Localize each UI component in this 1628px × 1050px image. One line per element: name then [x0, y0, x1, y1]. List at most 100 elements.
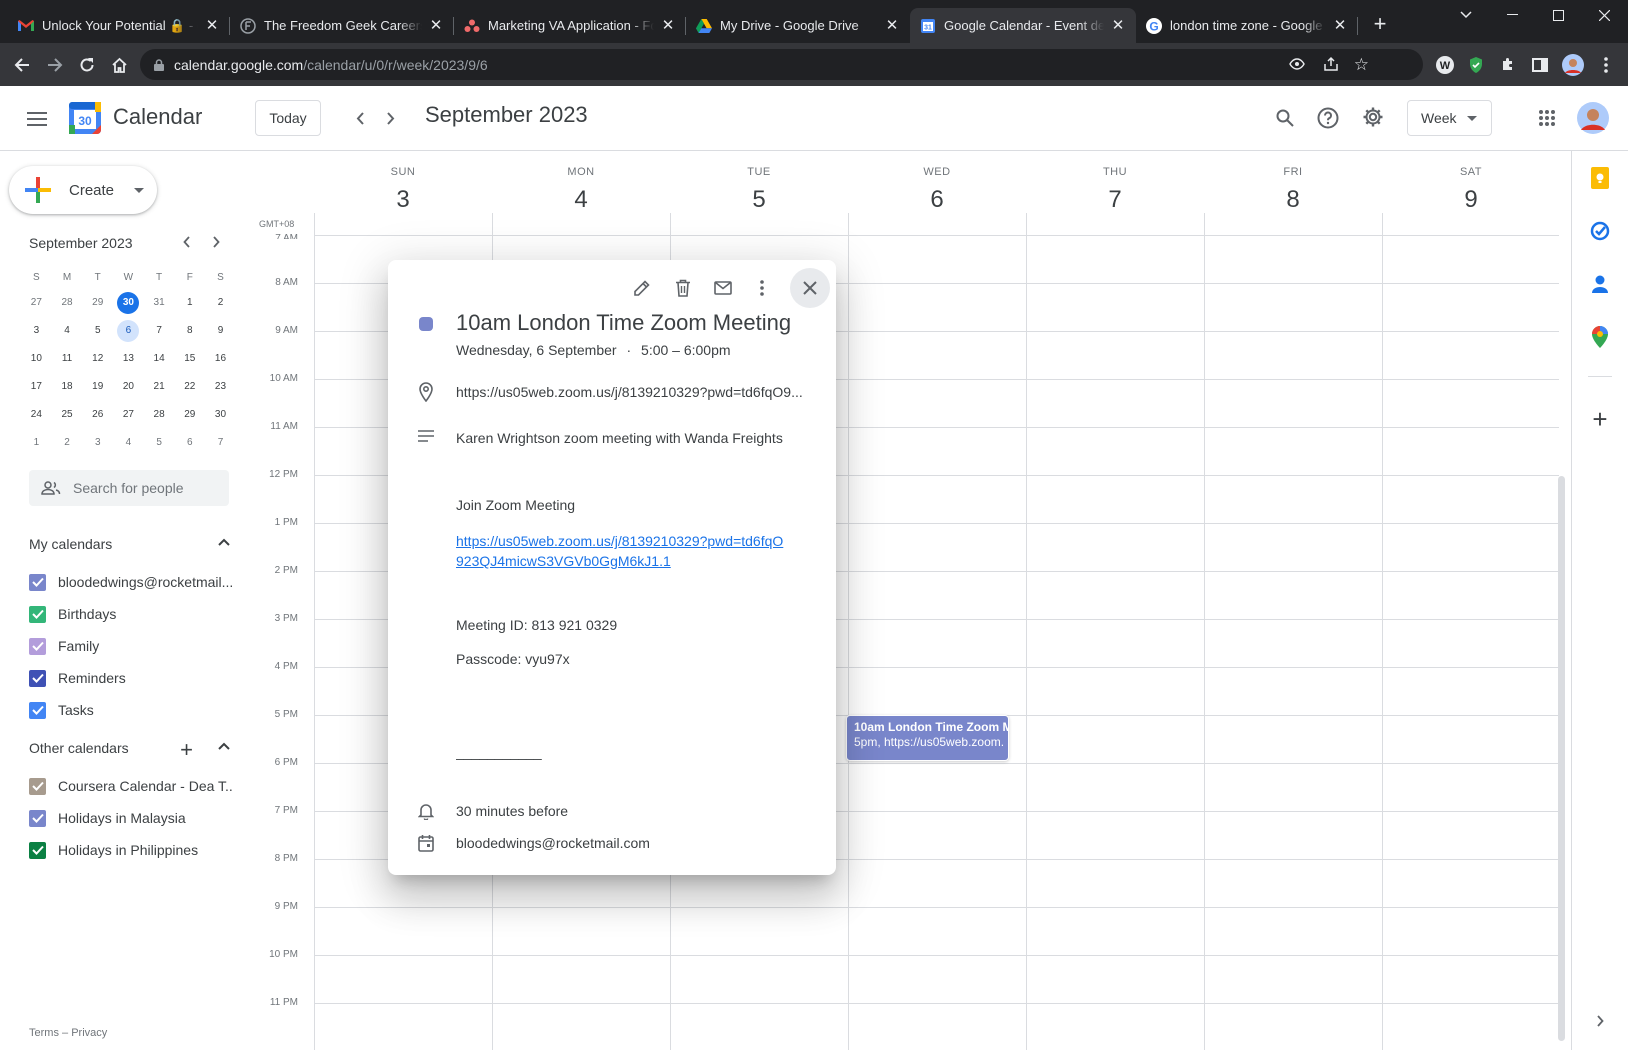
day-header[interactable]: SAT 9	[1382, 166, 1560, 214]
browser-menu-icon[interactable]	[1594, 53, 1618, 77]
mini-day[interactable]: 28	[144, 403, 175, 427]
mini-day[interactable]: 2	[52, 431, 83, 455]
calendar-item[interactable]: Holidays in Philippines	[29, 839, 234, 861]
mini-day[interactable]: 1	[21, 431, 52, 455]
previous-week-icon[interactable]	[346, 104, 374, 132]
browser-tab[interactable]: Marketing VA Application - Fo ✕	[454, 8, 686, 43]
mini-day[interactable]: 27	[113, 403, 144, 427]
close-popup-icon[interactable]	[790, 268, 830, 308]
zoom-meeting-link[interactable]: https://us05web.zoom.us/j/8139210329?pwd…	[456, 531, 786, 571]
checkbox-checked-icon[interactable]	[29, 669, 46, 687]
mini-day[interactable]: 10	[21, 347, 52, 371]
bookmark-star-icon[interactable]: ☆	[1354, 55, 1369, 75]
mini-day[interactable]: 7	[144, 319, 175, 343]
mini-day-selected[interactable]: 6	[113, 319, 144, 343]
reload-icon[interactable]	[75, 53, 99, 77]
day-number[interactable]: 6	[848, 186, 1026, 214]
search-people-input[interactable]: Search for people	[29, 470, 229, 506]
mini-day[interactable]: 21	[144, 375, 175, 399]
mini-day[interactable]: 26	[82, 403, 113, 427]
mini-day[interactable]: 29	[82, 291, 113, 315]
close-tab-icon[interactable]: ✕	[1110, 17, 1126, 34]
day-number[interactable]: 8	[1204, 186, 1382, 214]
next-week-icon[interactable]	[377, 104, 405, 132]
close-tab-icon[interactable]: ✕	[428, 17, 444, 34]
calendar-item[interactable]: bloodedwings@rocketmail...	[29, 571, 234, 593]
browser-tab[interactable]: Unlock Your Potential 🔒 - dea ✕	[8, 8, 230, 43]
my-calendars-header[interactable]: My calendars	[29, 536, 234, 552]
day-header[interactable]: TUE 5	[670, 166, 848, 214]
close-tab-icon[interactable]: ✕	[1332, 17, 1348, 34]
mini-day[interactable]: 29	[174, 403, 205, 427]
collapse-chevron-up-icon[interactable]	[218, 742, 230, 750]
checkbox-checked-icon[interactable]	[29, 777, 46, 795]
event-location[interactable]: https://us05web.zoom.us/j/8139210329?pwd…	[456, 384, 816, 400]
mini-day[interactable]: 30	[205, 403, 236, 427]
event-block[interactable]: 10am London Time Zoom Me 5pm, https://us…	[846, 715, 1009, 761]
privacy-link[interactable]: Privacy	[71, 1027, 107, 1039]
today-button[interactable]: Today	[255, 100, 321, 136]
shield-check-icon[interactable]	[1464, 53, 1488, 77]
mini-day[interactable]: 18	[52, 375, 83, 399]
collapse-chevron-up-icon[interactable]	[218, 538, 230, 546]
more-options-icon[interactable]	[742, 268, 782, 308]
calendar-item[interactable]: Holidays in Malaysia	[29, 807, 234, 829]
mini-day[interactable]: 11	[52, 347, 83, 371]
close-window-icon[interactable]	[1581, 0, 1627, 30]
calendar-item[interactable]: Tasks	[29, 699, 234, 721]
mini-day[interactable]: 6	[174, 431, 205, 455]
mini-day[interactable]: 3	[82, 431, 113, 455]
calendar-item[interactable]: Family	[29, 635, 234, 657]
calendar-item[interactable]: Birthdays	[29, 603, 234, 625]
apps-grid-icon[interactable]	[1533, 104, 1561, 132]
back-arrow-icon[interactable]	[10, 53, 34, 77]
add-calendar-plus-icon[interactable]: +	[180, 737, 193, 763]
day-header[interactable]: WED 6	[848, 166, 1026, 214]
mini-day[interactable]: 1	[174, 291, 205, 315]
maps-icon[interactable]	[1587, 324, 1613, 350]
help-icon[interactable]	[1314, 104, 1342, 132]
search-icon[interactable]	[1271, 104, 1299, 132]
browser-tab-active[interactable]: 31 Google Calendar - Event detai ✕	[910, 8, 1136, 43]
checkbox-checked-icon[interactable]	[29, 841, 46, 859]
mini-day[interactable]: 8	[174, 319, 205, 343]
mini-day[interactable]: 28	[52, 291, 83, 315]
mini-next-month-icon[interactable]	[212, 236, 220, 248]
mini-day-today[interactable]: 30	[113, 291, 144, 315]
expand-panel-chevron-icon[interactable]	[1587, 1008, 1613, 1034]
mini-day[interactable]: 15	[174, 347, 205, 371]
mini-day[interactable]: 4	[113, 431, 144, 455]
browser-tab[interactable]: The Freedom Geek Careers | Fr ✕	[230, 8, 454, 43]
tasks-icon[interactable]	[1587, 218, 1613, 244]
mini-day[interactable]: 17	[21, 375, 52, 399]
mini-day[interactable]: 3	[21, 319, 52, 343]
browser-tab[interactable]: G london time zone - Google Se ✕	[1136, 8, 1358, 43]
mini-day[interactable]: 14	[144, 347, 175, 371]
mini-day[interactable]: 25	[52, 403, 83, 427]
account-avatar[interactable]	[1577, 102, 1609, 134]
day-header[interactable]: MON 4	[492, 166, 670, 214]
calendar-item[interactable]: Reminders	[29, 667, 234, 689]
share-icon[interactable]	[1323, 56, 1339, 72]
home-icon[interactable]	[107, 53, 131, 77]
main-menu-icon[interactable]	[24, 106, 50, 132]
mini-day[interactable]: 7	[205, 431, 236, 455]
day-number[interactable]: 3	[314, 186, 492, 214]
forward-arrow-icon[interactable]	[43, 53, 67, 77]
mini-day[interactable]: 4	[52, 319, 83, 343]
minimize-icon[interactable]	[1489, 0, 1535, 30]
eye-slash-icon[interactable]	[1289, 57, 1305, 71]
mini-day[interactable]: 9	[205, 319, 236, 343]
vertical-scrollbar[interactable]	[1558, 476, 1565, 1041]
mini-day[interactable]: 13	[113, 347, 144, 371]
mini-day[interactable]: 2	[205, 291, 236, 315]
mini-day[interactable]: 5	[82, 319, 113, 343]
close-tab-icon[interactable]: ✕	[204, 17, 220, 34]
mini-day[interactable]: 20	[113, 375, 144, 399]
close-tab-icon[interactable]: ✕	[660, 17, 676, 34]
maximize-icon[interactable]	[1535, 0, 1581, 30]
checkbox-checked-icon[interactable]	[29, 637, 46, 655]
extension-w-icon[interactable]: W	[1433, 53, 1457, 77]
new-tab-plus-icon[interactable]: +	[1368, 11, 1392, 36]
settings-gear-icon[interactable]	[1359, 103, 1387, 131]
